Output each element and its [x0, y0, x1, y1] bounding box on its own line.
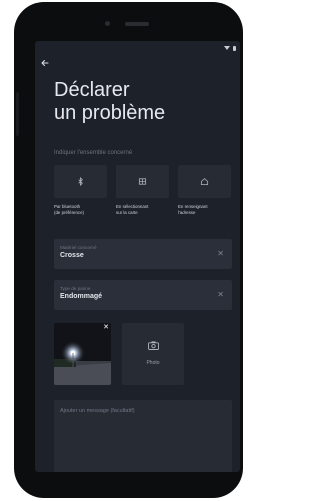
battery-icon: [233, 45, 236, 51]
option-map-button[interactable]: [116, 165, 169, 198]
app-screen: Déclarer un problème Indiquer l'ensemble…: [35, 41, 240, 472]
street-light-photo: [54, 323, 111, 385]
option-map-label: En sélectionnant sur la carte: [116, 204, 149, 215]
problem-type-field-label: Type de panne: [60, 286, 91, 291]
message-placeholder: Ajouter un message (facultatif): [60, 408, 135, 414]
option-address-button[interactable]: [178, 165, 231, 198]
option-bluetooth-label: Par bluetooth (de préférence): [54, 204, 85, 215]
status-bar: [224, 44, 236, 52]
equipment-field[interactable]: Matériel concerné Crosse ✕: [54, 239, 232, 269]
add-photo-button[interactable]: Photo: [122, 323, 184, 385]
home-icon: [200, 178, 209, 186]
equipment-field-value: Crosse: [60, 252, 84, 259]
earpiece-speaker: [125, 22, 149, 26]
camera-icon: [148, 341, 159, 350]
option-bluetooth-button[interactable]: [54, 165, 107, 198]
message-input[interactable]: Ajouter un message (facultatif): [54, 400, 232, 472]
add-photo-label: Photo: [146, 360, 160, 366]
problem-type-field-value: Endommagé: [60, 293, 103, 300]
section-label: Indiquer l'ensemble concerné: [54, 150, 133, 156]
photo-thumbnail[interactable]: ✕: [54, 323, 111, 385]
page-title: Déclarer un problème: [54, 79, 166, 124]
option-address-label: En renseignant l'adresse: [178, 204, 208, 215]
equipment-field-label: Matériel concerné: [60, 245, 97, 250]
problem-type-field[interactable]: Type de panne Endommagé ✕: [54, 280, 232, 310]
back-arrow-icon[interactable]: [40, 58, 50, 68]
signal-icon: [224, 46, 230, 50]
bluetooth-icon: [78, 177, 83, 186]
side-button: [16, 92, 19, 136]
remove-photo-icon[interactable]: ✕: [103, 324, 109, 332]
map-icon: [138, 178, 147, 185]
clear-icon[interactable]: ✕: [217, 290, 224, 299]
front-camera: [105, 21, 110, 26]
clear-icon[interactable]: ✕: [217, 249, 224, 258]
